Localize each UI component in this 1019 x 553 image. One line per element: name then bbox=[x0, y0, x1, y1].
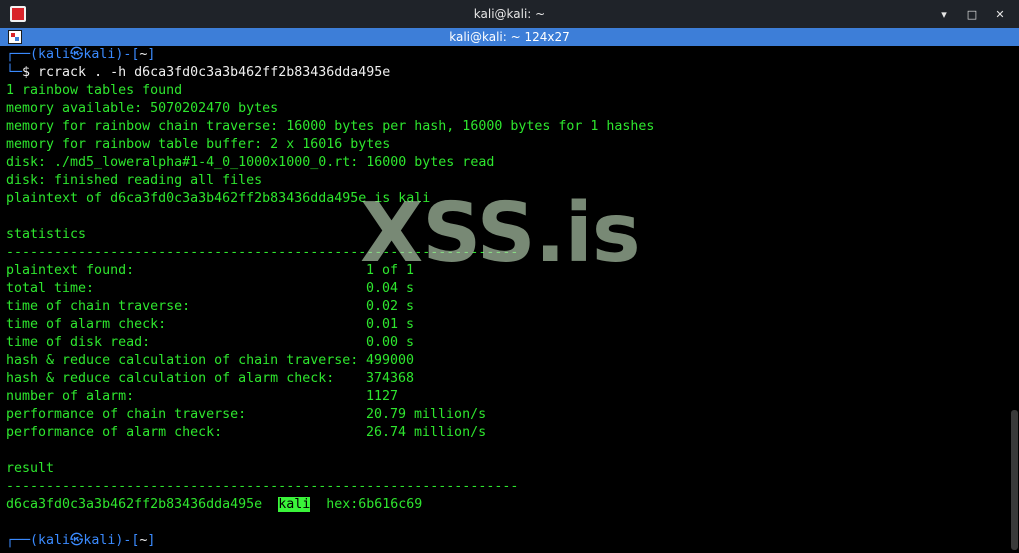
output-line: plaintext of d6ca3fd0c3a3b462ff2b83436dd… bbox=[6, 191, 431, 206]
result-row: d6ca3fd0c3a3b462ff2b83436dda495e kali he… bbox=[6, 496, 422, 514]
output-line: memory available: 5070202470 bytes bbox=[6, 101, 279, 116]
prompt-corner: ┌──( bbox=[6, 47, 39, 62]
stat-value: 0.02 s bbox=[366, 299, 415, 314]
stat-label: total time: bbox=[6, 281, 95, 296]
stat-label: time of disk read: bbox=[6, 335, 151, 350]
prompt-user-host: kali㉿kali bbox=[38, 47, 116, 62]
result-separator: ----------------------------------------… bbox=[6, 479, 519, 494]
result-plaintext: kali bbox=[278, 497, 311, 512]
stat-row: performance of alarm check: 26.74 million… bbox=[6, 424, 486, 442]
statistics-heading: statistics bbox=[6, 227, 87, 242]
result-heading: result bbox=[6, 461, 55, 476]
stat-value: 0.01 s bbox=[366, 317, 415, 332]
stat-value: 374368 bbox=[366, 371, 415, 386]
window-controls: ▾ □ ✕ bbox=[935, 5, 1009, 23]
prompt-dollar: $ bbox=[22, 65, 39, 80]
output-line: memory for rainbow table buffer: 2 x 160… bbox=[6, 137, 391, 152]
result-hash: d6ca3fd0c3a3b462ff2b83436dda495e bbox=[6, 497, 263, 512]
terminal-tab[interactable]: kali@kali: ~ 124x27 bbox=[0, 28, 1019, 46]
prompt-separator: )-[ bbox=[115, 533, 140, 548]
stat-label: performance of alarm check: bbox=[6, 425, 223, 440]
prompt-user-host: kali㉿kali bbox=[38, 533, 116, 548]
statistics-separator: ----------------------------------------… bbox=[6, 245, 519, 260]
prompt-end: ] bbox=[147, 47, 156, 62]
maximize-button[interactable]: □ bbox=[963, 5, 981, 23]
stat-value: 1 of 1 bbox=[366, 263, 415, 278]
stat-row: hash & reduce calculation of alarm check… bbox=[6, 370, 414, 388]
stat-row: time of disk read: 0.00 s bbox=[6, 334, 414, 352]
window-title: kali@kali: ~ bbox=[473, 7, 546, 21]
stat-label: hash & reduce calculation of chain trave… bbox=[6, 353, 359, 368]
prompt-corner-bottom: └─ bbox=[6, 65, 23, 80]
prompt-top-line: ┌──(kali㉿kali)-[~] bbox=[6, 532, 155, 550]
close-button[interactable]: ✕ bbox=[991, 5, 1009, 23]
tab-title: kali@kali: ~ 124x27 bbox=[449, 30, 570, 44]
stat-label: time of chain traverse: bbox=[6, 299, 191, 314]
stat-label: hash & reduce calculation of alarm check… bbox=[6, 371, 335, 386]
stat-row: time of alarm check: 0.01 s bbox=[6, 316, 414, 334]
terminal-output[interactable]: ┌──(kali㉿kali)-[~] └─$ rcrack . -h d6ca3… bbox=[0, 46, 1010, 553]
command-line: └─$ rcrack . -h d6ca3fd0c3a3b462ff2b8343… bbox=[6, 64, 390, 82]
stat-label: performance of chain traverse: bbox=[6, 407, 247, 422]
output-line: 1 rainbow tables found bbox=[6, 83, 183, 98]
stat-value: 0.00 s bbox=[366, 335, 415, 350]
output-line: disk: ./md5_loweralpha#1-4_0_1000x1000_0… bbox=[6, 155, 495, 170]
stat-value: 26.74 million/s bbox=[366, 425, 487, 440]
terminal-tab-icon bbox=[8, 30, 22, 44]
terminal-app-icon bbox=[10, 6, 26, 22]
window-titlebar[interactable]: kali@kali: ~ ▾ □ ✕ bbox=[0, 0, 1019, 29]
stat-value: 0.04 s bbox=[366, 281, 415, 296]
stat-value: 20.79 million/s bbox=[366, 407, 487, 422]
stat-row: total time: 0.04 s bbox=[6, 280, 414, 298]
stat-label: plaintext found: bbox=[6, 263, 135, 278]
stat-row: number of alarm: 1127 bbox=[6, 388, 398, 406]
stat-row: time of chain traverse: 0.02 s bbox=[6, 298, 414, 316]
scrollbar-thumb[interactable] bbox=[1011, 410, 1018, 550]
minimize-button[interactable]: ▾ bbox=[935, 5, 953, 23]
stat-value: 1127 bbox=[366, 389, 399, 404]
result-hex: hex:6b616c69 bbox=[326, 497, 423, 512]
stat-row: plaintext found: 1 of 1 bbox=[6, 262, 414, 280]
command-text: rcrack . -h d6ca3fd0c3a3b462ff2b83436dda… bbox=[38, 65, 391, 80]
prompt-end: ] bbox=[147, 533, 156, 548]
stat-row: hash & reduce calculation of chain trave… bbox=[6, 352, 414, 370]
output-line: disk: finished reading all files bbox=[6, 173, 263, 188]
output-line: memory for rainbow chain traverse: 16000… bbox=[6, 119, 655, 134]
stat-row: performance of chain traverse: 20.79 mill… bbox=[6, 406, 486, 424]
stat-value: 499000 bbox=[366, 353, 415, 368]
prompt-separator: )-[ bbox=[115, 47, 140, 62]
stat-label: time of alarm check: bbox=[6, 317, 167, 332]
prompt-top-line: ┌──(kali㉿kali)-[~] bbox=[6, 46, 155, 64]
stat-label: number of alarm: bbox=[6, 389, 135, 404]
prompt-corner: ┌──( bbox=[6, 533, 39, 548]
